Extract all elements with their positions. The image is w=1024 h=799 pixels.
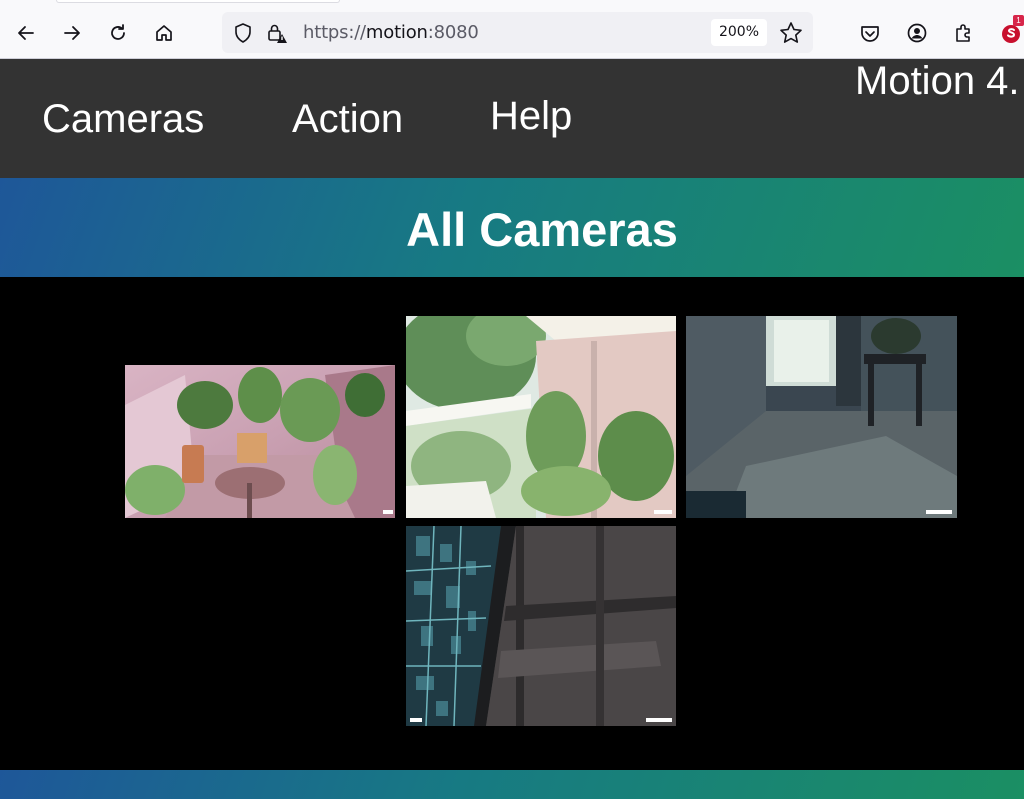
nav-help[interactable]: Help bbox=[490, 94, 572, 139]
forward-button[interactable] bbox=[56, 17, 88, 49]
account-icon bbox=[907, 23, 927, 43]
camera-feed-2[interactable] bbox=[406, 316, 676, 518]
home-icon bbox=[156, 25, 172, 41]
shield-icon[interactable] bbox=[232, 22, 254, 44]
camera-feed-4[interactable] bbox=[406, 526, 676, 726]
camera-image-3 bbox=[686, 316, 957, 518]
back-arrow-icon bbox=[18, 26, 34, 40]
footer-banner bbox=[0, 770, 1024, 799]
back-button[interactable] bbox=[10, 17, 42, 49]
nav-action[interactable]: Action bbox=[292, 97, 403, 142]
page-title: All Cameras bbox=[406, 203, 678, 256]
url-text[interactable]: https://motion:8080 bbox=[303, 22, 479, 43]
camera-image-1 bbox=[125, 365, 395, 518]
app-navbar: Cameras Action Help Motion 4. bbox=[0, 59, 1024, 178]
active-tab-edge[interactable] bbox=[56, 0, 340, 3]
url-scheme: https:// bbox=[303, 22, 366, 43]
camera-feed-3[interactable] bbox=[686, 316, 957, 518]
forward-arrow-icon bbox=[64, 26, 80, 40]
url-port: :8080 bbox=[427, 22, 479, 43]
puzzle-icon bbox=[956, 24, 970, 42]
reload-button[interactable] bbox=[102, 17, 134, 49]
camera-feed-1[interactable] bbox=[125, 365, 395, 518]
extensions-button[interactable] bbox=[950, 19, 978, 47]
account-button[interactable] bbox=[903, 19, 931, 47]
header-banner: All Cameras bbox=[0, 178, 1024, 277]
pocket-icon bbox=[861, 26, 879, 42]
browser-toolbar: https://motion:8080 200% 1 bbox=[0, 0, 1024, 59]
url-bar[interactable]: https://motion:8080 200% bbox=[222, 12, 813, 53]
url-host: motion bbox=[365, 22, 428, 43]
app-version: Motion 4. bbox=[855, 59, 1020, 103]
pocket-button[interactable] bbox=[856, 19, 884, 47]
reload-icon bbox=[111, 24, 125, 40]
bookmark-star-icon[interactable] bbox=[778, 20, 804, 46]
home-button[interactable] bbox=[148, 17, 180, 49]
nav-cameras[interactable]: Cameras bbox=[42, 97, 204, 142]
extension-badge: 1 bbox=[1013, 15, 1024, 26]
insecure-lock-icon[interactable] bbox=[266, 22, 288, 44]
zoom-indicator[interactable]: 200% bbox=[711, 19, 767, 46]
camera-image-2 bbox=[406, 316, 676, 518]
camera-image-4 bbox=[406, 526, 676, 726]
